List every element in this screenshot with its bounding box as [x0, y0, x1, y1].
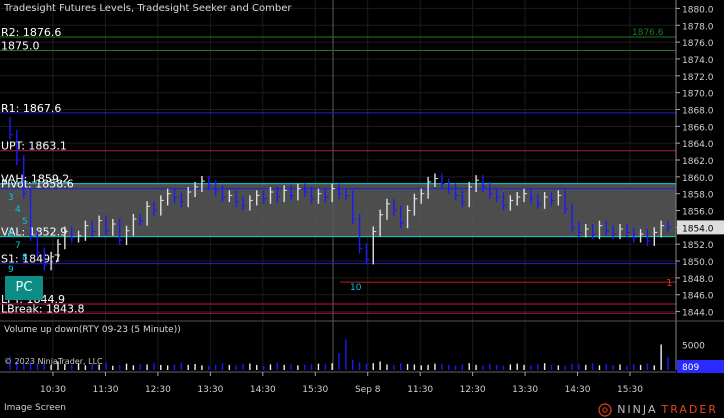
count-label: 5: [22, 217, 28, 227]
brand-trader: TRADER: [661, 403, 718, 416]
price-tick-label: 1856.0: [682, 208, 714, 218]
price-chart[interactable]: R2: 1876.61875.0R1: 1867.6UPT: 1863.1VAH…: [0, 0, 724, 401]
level-label: R2: 1876.6: [1, 26, 61, 39]
time-tick-label: 11:30: [407, 385, 433, 395]
count-label: 8: [22, 253, 28, 263]
seeker-count-label: 10: [350, 283, 362, 293]
ninjatrader-logo-icon: [598, 402, 612, 417]
price-tick-label: 1870.0: [682, 90, 714, 100]
volume-tick-label: 5000: [682, 342, 705, 352]
count-label: 6: [8, 229, 14, 239]
status-bar: Image Screen NINJA TRADER: [0, 401, 724, 418]
time-tick-label: 14:30: [565, 385, 591, 395]
ninjatrader-logo: NINJA TRADER: [597, 401, 718, 418]
volume-panel-title: Volume up down(RTY 09-23 (5 Minute)): [4, 325, 181, 335]
price-tick-label: 1862.0: [682, 157, 714, 167]
price-tick-label: 1878.0: [682, 22, 714, 32]
count-label: 7: [15, 241, 21, 251]
count-label: 9: [8, 265, 14, 275]
price-tick-label: 1858.0: [682, 191, 714, 201]
time-tick-label: 13:30: [197, 385, 223, 395]
time-tick-label: 10:30: [40, 385, 66, 395]
time-tick-label: Sep 8: [355, 385, 381, 395]
status-label: Image Screen: [4, 403, 66, 413]
level-label: Pivot: 1858.6: [1, 178, 74, 191]
chart-window: R2: 1876.6 1875.0 R1: 1867.6 UPT: 1863.1 VAH…: [0, 0, 724, 418]
level-label: R1: 1867.6: [1, 102, 61, 115]
price-tick-label: 1846.0: [682, 292, 714, 302]
level-label: UPT: 1863.1: [1, 140, 67, 153]
time-tick-label: 11:30: [92, 385, 118, 395]
time-tick-label: 12:30: [145, 385, 171, 395]
price-tick-label: 1850.0: [682, 258, 714, 268]
price-tick-label: 1848.0: [682, 275, 714, 285]
seeker-right-label: 1: [666, 278, 672, 289]
count-label: 4: [15, 205, 21, 215]
price-tick-label: 1852.0: [682, 241, 714, 251]
brand-ninja: NINJA: [617, 403, 658, 416]
value-area-band: [0, 183, 676, 237]
time-tick-label: 13:30: [512, 385, 538, 395]
price-tick-label: 1844.0: [682, 309, 714, 319]
time-tick-label: 14:30: [250, 385, 276, 395]
time-tick-label: 15:30: [617, 385, 643, 395]
price-tick-label: 1868.0: [682, 106, 714, 116]
price-tick-label: 1880.0: [682, 5, 714, 15]
price-tick-label: 1866.0: [682, 123, 714, 133]
level-label: LBreak: 1843.8: [1, 302, 85, 315]
price-tick-label: 1860.0: [682, 174, 714, 184]
volume-current-label: 809: [682, 363, 699, 373]
price-tick-label: 1876.0: [682, 39, 714, 49]
current-price-label: 1854.0: [682, 224, 714, 234]
time-tick-label: 15:30: [302, 385, 328, 395]
copyright-text: © 2023 NinjaTrader, LLC: [4, 357, 103, 366]
price-tick-label: 1874.0: [682, 56, 714, 66]
level-label: 1875.0: [1, 40, 40, 53]
pc-button[interactable]: PC: [5, 276, 43, 300]
chart-title: Tradesight Futures Levels, Tradesight Se…: [4, 3, 292, 14]
price-tick-label: 1864.0: [682, 140, 714, 150]
r2-right-label: 1876.6: [632, 28, 664, 38]
time-tick-label: 12:30: [460, 385, 486, 395]
count-label: 3: [8, 193, 14, 203]
price-tick-label: 1872.0: [682, 73, 714, 83]
